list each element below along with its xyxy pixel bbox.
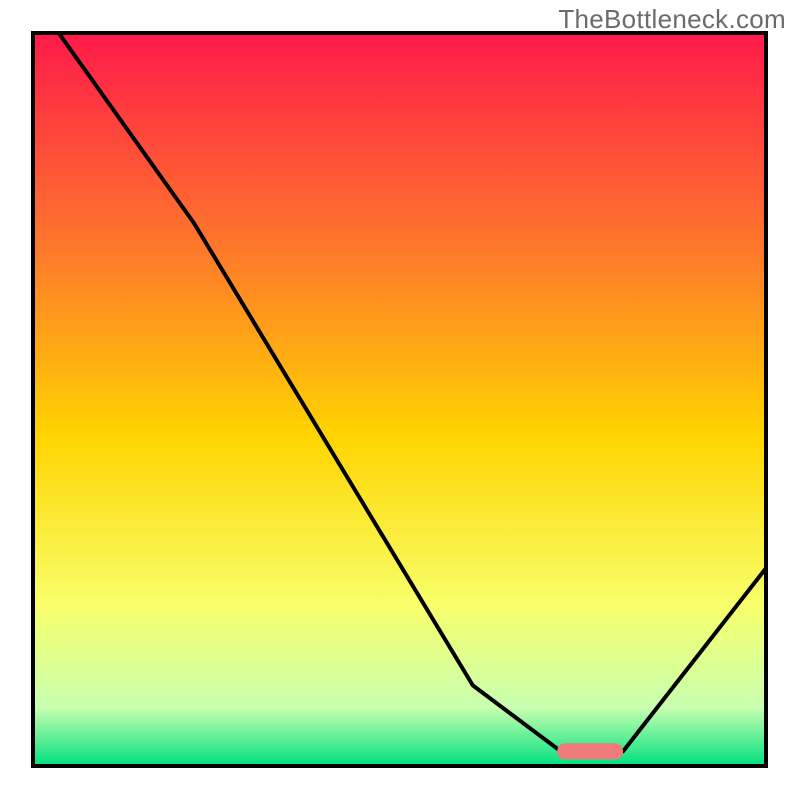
optimal-band-marker bbox=[557, 743, 623, 759]
chart-stage: TheBottleneck.com bbox=[0, 0, 800, 800]
gradient-background bbox=[33, 33, 766, 766]
watermark-label: TheBottleneck.com bbox=[558, 4, 786, 35]
bottleneck-chart bbox=[0, 0, 800, 800]
